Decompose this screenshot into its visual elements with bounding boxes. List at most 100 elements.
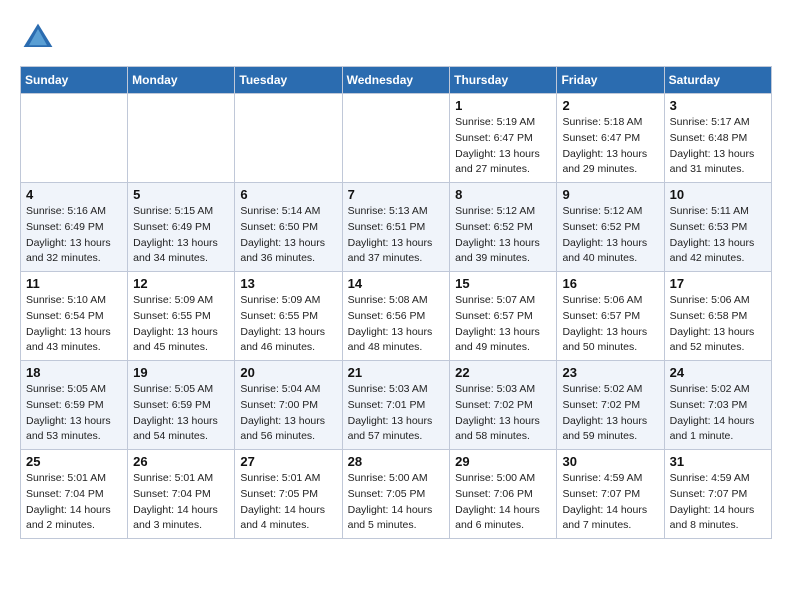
- day-info: Sunrise: 4:59 AM Sunset: 7:07 PM Dayligh…: [562, 471, 658, 534]
- calendar-table: SundayMondayTuesdayWednesdayThursdayFrid…: [20, 66, 772, 539]
- day-number: 8: [455, 187, 551, 202]
- calendar-cell: 25Sunrise: 5:01 AM Sunset: 7:04 PM Dayli…: [21, 450, 128, 539]
- day-number: 6: [240, 187, 336, 202]
- calendar-cell: 20 Sunrise: 5:04 AM Sunset: 7:00 PM Dayli…: [235, 361, 342, 450]
- calendar-cell: [128, 94, 235, 183]
- calendar-cell: [21, 94, 128, 183]
- page-header: [20, 20, 772, 56]
- day-number: 21: [348, 365, 445, 380]
- day-number: 28: [348, 454, 445, 469]
- calendar-cell: 31 Sunrise: 4:59 AM Sunset: 7:07 PM Dayli…: [664, 450, 771, 539]
- calendar-cell: 5 Sunrise: 5:15 AM Sunset: 6:49 PM Daylig…: [128, 183, 235, 272]
- day-number: 19: [133, 365, 229, 380]
- day-number: 1: [455, 98, 551, 113]
- calendar-week-row: 11Sunrise: 5:10 AM Sunset: 6:54 PM Dayli…: [21, 272, 772, 361]
- day-number: 7: [348, 187, 445, 202]
- day-number: 12: [133, 276, 229, 291]
- calendar-week-row: 1 Sunrise: 5:19 AM Sunset: 6:47 PM Daylig…: [21, 94, 772, 183]
- calendar-header-row: SundayMondayTuesdayWednesdayThursdayFrid…: [21, 67, 772, 94]
- calendar-week-row: 25Sunrise: 5:01 AM Sunset: 7:04 PM Dayli…: [21, 450, 772, 539]
- weekday-header-monday: Monday: [128, 67, 235, 94]
- day-number: 4: [26, 187, 122, 202]
- calendar-cell: 12 Sunrise: 5:09 AM Sunset: 6:55 PM Dayli…: [128, 272, 235, 361]
- day-number: 14: [348, 276, 445, 291]
- day-info: Sunrise: 4:59 AM Sunset: 7:07 PM Dayligh…: [670, 471, 766, 534]
- day-info: Sunrise: 5:12 AM Sunset: 6:52 PM Dayligh…: [455, 204, 551, 267]
- day-number: 27: [240, 454, 336, 469]
- day-info: Sunrise: 5:16 AM Sunset: 6:49 PM Dayligh…: [26, 204, 122, 267]
- calendar-cell: 7 Sunrise: 5:13 AM Sunset: 6:51 PM Daylig…: [342, 183, 450, 272]
- day-number: 10: [670, 187, 766, 202]
- calendar-cell: 26 Sunrise: 5:01 AM Sunset: 7:04 PM Dayli…: [128, 450, 235, 539]
- day-number: 9: [562, 187, 658, 202]
- day-info: Sunrise: 5:01 AM Sunset: 7:04 PM Dayligh…: [133, 471, 229, 534]
- calendar-cell: 29 Sunrise: 5:00 AM Sunset: 7:06 PM Dayli…: [450, 450, 557, 539]
- day-info: Sunrise: 5:05 AM Sunset: 6:59 PM Dayligh…: [133, 382, 229, 445]
- day-info: Sunrise: 5:07 AM Sunset: 6:57 PM Dayligh…: [455, 293, 551, 356]
- day-info: Sunrise: 5:09 AM Sunset: 6:55 PM Dayligh…: [240, 293, 336, 356]
- weekday-header-thursday: Thursday: [450, 67, 557, 94]
- weekday-header-friday: Friday: [557, 67, 664, 94]
- day-info: Sunrise: 5:00 AM Sunset: 7:05 PM Dayligh…: [348, 471, 445, 534]
- day-info: Sunrise: 5:06 AM Sunset: 6:58 PM Dayligh…: [670, 293, 766, 356]
- calendar-cell: [342, 94, 450, 183]
- day-info: Sunrise: 5:02 AM Sunset: 7:02 PM Dayligh…: [562, 382, 658, 445]
- day-number: 26: [133, 454, 229, 469]
- calendar-cell: 27 Sunrise: 5:01 AM Sunset: 7:05 PM Dayli…: [235, 450, 342, 539]
- day-info: Sunrise: 5:19 AM Sunset: 6:47 PM Dayligh…: [455, 115, 551, 178]
- day-number: 30: [562, 454, 658, 469]
- calendar-cell: 18Sunrise: 5:05 AM Sunset: 6:59 PM Dayli…: [21, 361, 128, 450]
- day-info: Sunrise: 5:14 AM Sunset: 6:50 PM Dayligh…: [240, 204, 336, 267]
- day-info: Sunrise: 5:12 AM Sunset: 6:52 PM Dayligh…: [562, 204, 658, 267]
- calendar-cell: 21 Sunrise: 5:03 AM Sunset: 7:01 PM Dayli…: [342, 361, 450, 450]
- day-info: Sunrise: 5:15 AM Sunset: 6:49 PM Dayligh…: [133, 204, 229, 267]
- day-number: 17: [670, 276, 766, 291]
- day-number: 3: [670, 98, 766, 113]
- day-info: Sunrise: 5:03 AM Sunset: 7:02 PM Dayligh…: [455, 382, 551, 445]
- day-info: Sunrise: 5:05 AM Sunset: 6:59 PM Dayligh…: [26, 382, 122, 445]
- day-number: 16: [562, 276, 658, 291]
- calendar-cell: 3Sunrise: 5:17 AM Sunset: 6:48 PM Daylig…: [664, 94, 771, 183]
- day-info: Sunrise: 5:18 AM Sunset: 6:47 PM Dayligh…: [562, 115, 658, 178]
- day-number: 22: [455, 365, 551, 380]
- day-info: Sunrise: 5:13 AM Sunset: 6:51 PM Dayligh…: [348, 204, 445, 267]
- calendar-cell: 24 Sunrise: 5:02 AM Sunset: 7:03 PM Dayli…: [664, 361, 771, 450]
- weekday-header-tuesday: Tuesday: [235, 67, 342, 94]
- day-info: Sunrise: 5:01 AM Sunset: 7:05 PM Dayligh…: [240, 471, 336, 534]
- calendar-cell: 4 Sunrise: 5:16 AM Sunset: 6:49 PM Daylig…: [21, 183, 128, 272]
- weekday-header-wednesday: Wednesday: [342, 67, 450, 94]
- day-number: 2: [562, 98, 658, 113]
- calendar-cell: 8 Sunrise: 5:12 AM Sunset: 6:52 PM Daylig…: [450, 183, 557, 272]
- calendar-cell: 28 Sunrise: 5:00 AM Sunset: 7:05 PM Dayli…: [342, 450, 450, 539]
- day-info: Sunrise: 5:02 AM Sunset: 7:03 PM Dayligh…: [670, 382, 766, 445]
- calendar-cell: 6 Sunrise: 5:14 AM Sunset: 6:50 PM Daylig…: [235, 183, 342, 272]
- day-number: 24: [670, 365, 766, 380]
- day-number: 15: [455, 276, 551, 291]
- calendar-cell: 10 Sunrise: 5:11 AM Sunset: 6:53 PM Dayli…: [664, 183, 771, 272]
- calendar-cell: 19 Sunrise: 5:05 AM Sunset: 6:59 PM Dayli…: [128, 361, 235, 450]
- day-info: Sunrise: 5:00 AM Sunset: 7:06 PM Dayligh…: [455, 471, 551, 534]
- day-number: 13: [240, 276, 336, 291]
- day-info: Sunrise: 5:04 AM Sunset: 7:00 PM Dayligh…: [240, 382, 336, 445]
- day-info: Sunrise: 5:03 AM Sunset: 7:01 PM Dayligh…: [348, 382, 445, 445]
- calendar-cell: 11Sunrise: 5:10 AM Sunset: 6:54 PM Dayli…: [21, 272, 128, 361]
- day-number: 5: [133, 187, 229, 202]
- weekday-header-saturday: Saturday: [664, 67, 771, 94]
- calendar-cell: 23 Sunrise: 5:02 AM Sunset: 7:02 PM Dayli…: [557, 361, 664, 450]
- day-number: 23: [562, 365, 658, 380]
- day-info: Sunrise: 5:09 AM Sunset: 6:55 PM Dayligh…: [133, 293, 229, 356]
- day-info: Sunrise: 5:11 AM Sunset: 6:53 PM Dayligh…: [670, 204, 766, 267]
- calendar-cell: 16Sunrise: 5:06 AM Sunset: 6:57 PM Dayli…: [557, 272, 664, 361]
- calendar-cell: 14Sunrise: 5:08 AM Sunset: 6:56 PM Dayli…: [342, 272, 450, 361]
- day-info: Sunrise: 5:10 AM Sunset: 6:54 PM Dayligh…: [26, 293, 122, 356]
- logo-icon: [20, 20, 56, 56]
- day-number: 31: [670, 454, 766, 469]
- weekday-header-sunday: Sunday: [21, 67, 128, 94]
- day-info: Sunrise: 5:01 AM Sunset: 7:04 PM Dayligh…: [26, 471, 122, 534]
- calendar-cell: 15 Sunrise: 5:07 AM Sunset: 6:57 PM Dayli…: [450, 272, 557, 361]
- day-number: 20: [240, 365, 336, 380]
- calendar-cell: [235, 94, 342, 183]
- calendar-cell: 1 Sunrise: 5:19 AM Sunset: 6:47 PM Daylig…: [450, 94, 557, 183]
- calendar-week-row: 18Sunrise: 5:05 AM Sunset: 6:59 PM Dayli…: [21, 361, 772, 450]
- day-number: 29: [455, 454, 551, 469]
